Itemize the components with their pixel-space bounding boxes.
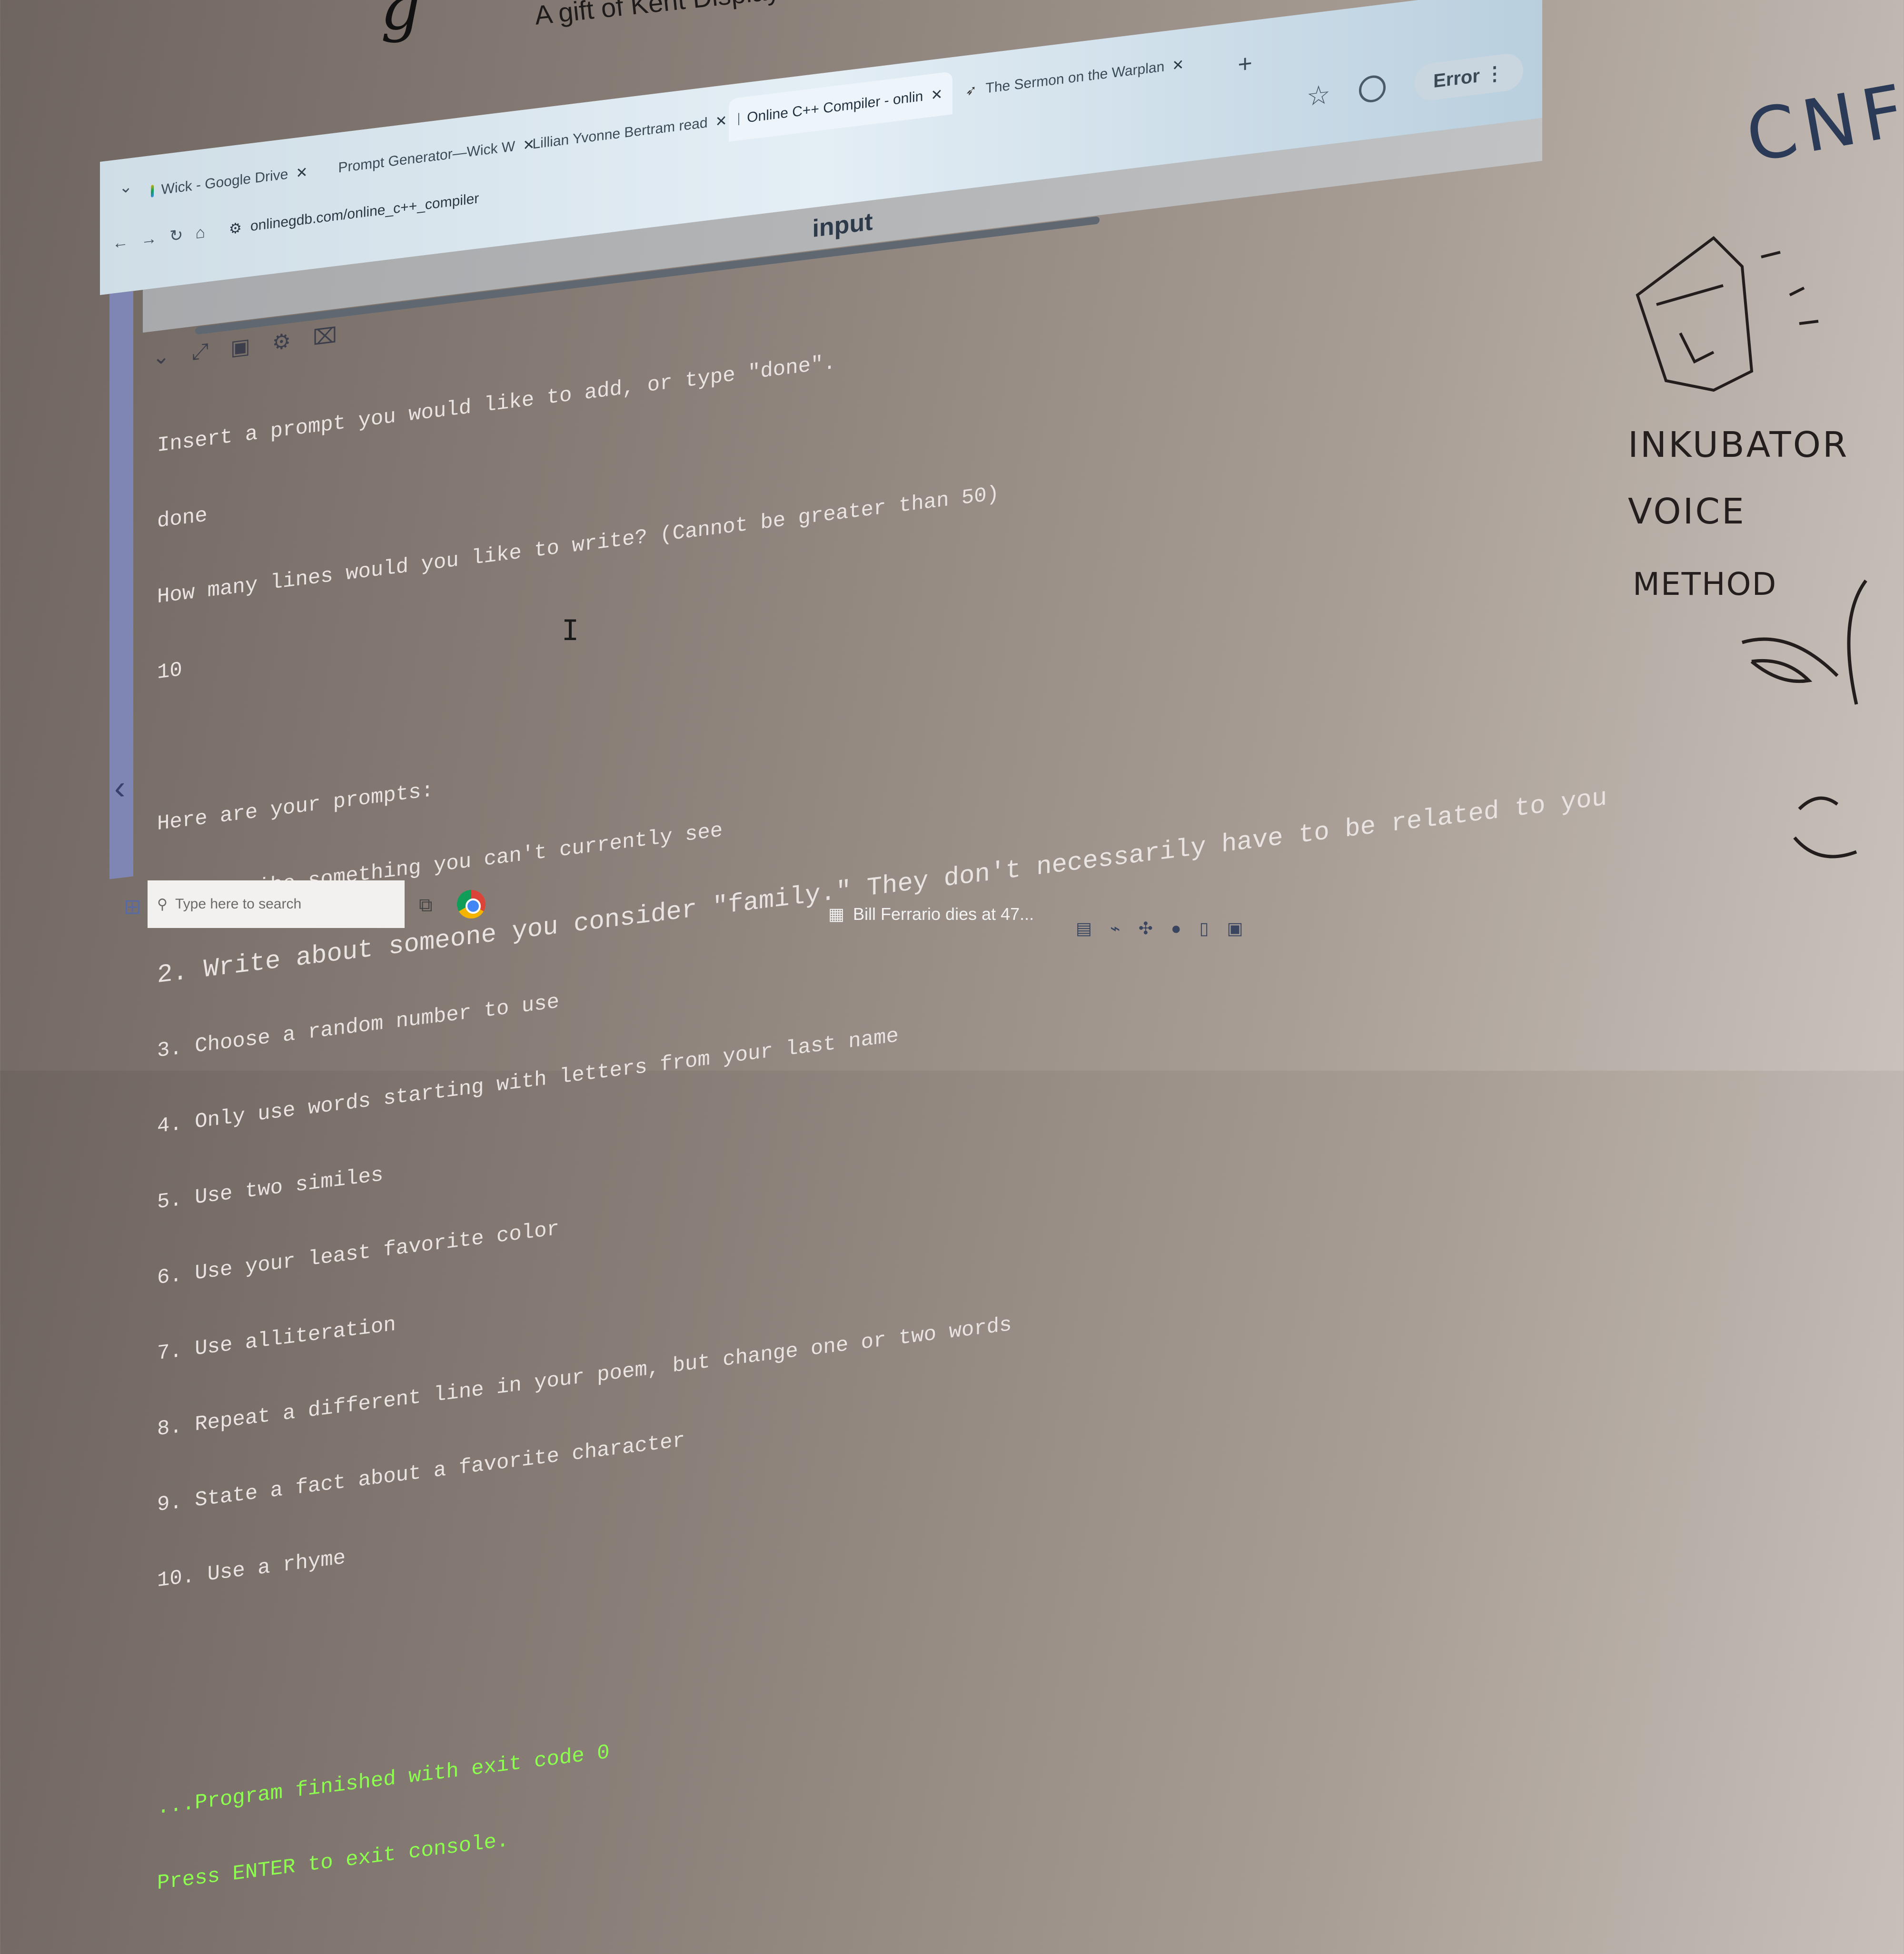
close-icon[interactable]: ✕ bbox=[715, 112, 727, 130]
whiteboard-word-inkubator: INKUBATOR bbox=[1628, 424, 1849, 465]
bookmark-star-icon[interactable]: ☆ bbox=[1307, 79, 1330, 113]
onlinegdb-icon bbox=[738, 113, 740, 126]
console-toolbar: ⌄ ⤢ ▣ ⚙ ⌧ bbox=[152, 323, 337, 370]
whiteboard-doodles: CNF INKUBATOR VOICE METHOD bbox=[1571, 0, 1904, 1071]
expand-icon[interactable]: ⤢ bbox=[192, 339, 208, 365]
whiteboard-word-cnf: CNF bbox=[1740, 69, 1904, 178]
arrow-icon: ➶ bbox=[965, 82, 977, 99]
chevron-down-icon[interactable]: ⌄ bbox=[152, 344, 170, 370]
tray-icon[interactable]: ⌁ bbox=[1110, 918, 1121, 938]
bluetooth-icon[interactable]: ● bbox=[1171, 918, 1181, 938]
tray-icon[interactable]: ✣ bbox=[1139, 918, 1153, 938]
site-info-icon[interactable]: ⚙ bbox=[229, 219, 242, 237]
forward-icon[interactable]: → bbox=[141, 229, 157, 249]
whiteboard-word-method: METHOD bbox=[1633, 566, 1777, 602]
face-sketch bbox=[1636, 236, 1819, 392]
profile-icon[interactable] bbox=[1359, 74, 1386, 104]
back-icon[interactable]: ← bbox=[112, 232, 129, 253]
close-icon[interactable]: ✕ bbox=[1172, 56, 1184, 74]
close-icon[interactable]: ✕ bbox=[931, 86, 942, 104]
layout-icon[interactable]: ▣ bbox=[230, 334, 250, 360]
tray-icon[interactable]: ▯ bbox=[1200, 918, 1209, 938]
news-icon: ▦ bbox=[828, 904, 845, 924]
tab-label: Lillian Yvonne Bertram read bbox=[532, 115, 708, 152]
error-chip[interactable]: Error ⋮ bbox=[1414, 51, 1523, 102]
tab-label: Online C++ Compiler - onlin bbox=[747, 88, 923, 126]
tray-icon[interactable]: ▣ bbox=[1227, 918, 1243, 938]
whiteboard-word-voice: VOICE bbox=[1628, 491, 1746, 532]
drive-icon bbox=[150, 185, 154, 197]
text-cursor-icon: I bbox=[562, 614, 579, 647]
projected-screen: ⌄ Wick - Google Drive ✕ Prompt Generator… bbox=[100, 0, 1607, 1895]
chrome-icon[interactable] bbox=[457, 890, 486, 918]
home-icon[interactable]: ⌂ bbox=[196, 223, 206, 243]
error-label: Error bbox=[1433, 65, 1480, 92]
search-placeholder: Type here to search bbox=[175, 896, 302, 912]
news-widget[interactable]: ▦ Bill Ferrario dies at 47... bbox=[828, 904, 1034, 924]
reload-icon[interactable]: ↻ bbox=[169, 226, 183, 246]
tab-search-icon[interactable]: ⌄ bbox=[119, 177, 133, 197]
task-view-icon[interactable]: ⧉ bbox=[419, 895, 433, 916]
eye-sketch bbox=[1741, 579, 1867, 859]
system-tray: ▤ ⌁ ✣ ● ▯ ▣ bbox=[1076, 918, 1243, 938]
console-output[interactable]: Insert a prompt you would like to add, o… bbox=[157, 219, 1607, 1947]
tab-label: Prompt Generator—Wick W bbox=[338, 138, 516, 176]
close-icon[interactable]: ✕ bbox=[296, 164, 307, 182]
new-tab-button[interactable]: + bbox=[1227, 49, 1252, 81]
windows-taskbar: ⊞ ⚲ Type here to search ⧉ ▦ Bill Ferrari… bbox=[124, 876, 1790, 961]
url-text: onlinegdb.com/online_c++_compiler bbox=[250, 190, 479, 235]
windows-start-icon[interactable]: ⊞ bbox=[124, 895, 141, 919]
clear-icon[interactable]: ⌧ bbox=[313, 323, 337, 350]
news-headline: Bill Ferrario dies at 47... bbox=[853, 904, 1034, 924]
search-icon: ⚲ bbox=[157, 896, 168, 912]
tab-label: Wick - Google Drive bbox=[161, 166, 288, 198]
taskbar-search[interactable]: ⚲ Type here to search bbox=[148, 880, 405, 928]
gear-icon[interactable]: ⚙ bbox=[272, 329, 291, 355]
tray-icon[interactable]: ▤ bbox=[1076, 918, 1092, 938]
whiteboard-drawing: CNF INKUBATOR VOICE METHOD bbox=[1628, 69, 1904, 859]
collapse-panel-icon[interactable]: ‹ bbox=[114, 768, 125, 807]
